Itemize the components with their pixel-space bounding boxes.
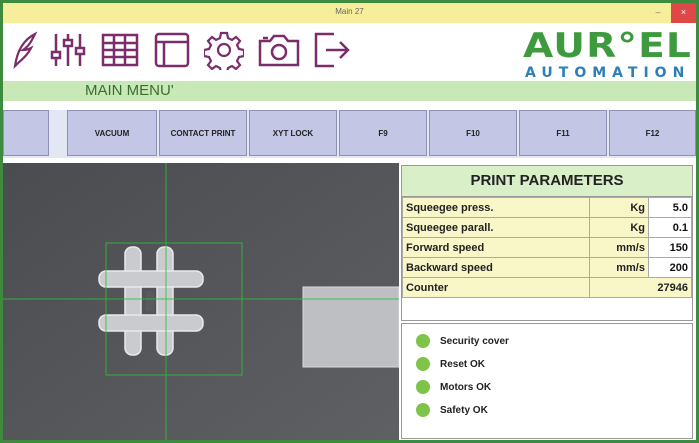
- exit-button[interactable]: [309, 27, 355, 73]
- camera-view[interactable]: [3, 163, 399, 440]
- status-label: Security cover: [440, 335, 509, 347]
- param-unit: Kg: [589, 217, 649, 238]
- table-row: Squeegee press. Kg 5.0: [402, 197, 692, 218]
- print-parameters-table: Squeegee press. Kg 5.0 Squeegee parall. …: [402, 197, 692, 298]
- logo-subtitle: AUTOMATION: [525, 65, 691, 81]
- camera-button[interactable]: [253, 27, 305, 73]
- param-unit: mm/s: [589, 257, 649, 278]
- f10-button[interactable]: F10: [429, 110, 517, 156]
- main-window: Main 27 – × AUR°EL AUTOMATION MAIN MENU'…: [0, 0, 699, 443]
- param-value[interactable]: 150: [648, 237, 692, 258]
- f12-button[interactable]: F12: [609, 110, 696, 156]
- param-value[interactable]: 0.1: [648, 217, 692, 238]
- table-row: Squeegee parall. Kg 0.1: [402, 217, 692, 238]
- menu-title: MAIN MENU': [85, 82, 174, 99]
- status-ok-indicator: [416, 380, 430, 394]
- menu-title-bar: MAIN MENU': [3, 81, 696, 101]
- counter-label: Counter: [402, 277, 590, 298]
- sliders-icon: [50, 34, 86, 66]
- toolbar: AUR°EL AUTOMATION: [3, 23, 696, 81]
- camera-image: [3, 163, 399, 440]
- print-parameters-title: PRINT PARAMETERS: [402, 166, 692, 197]
- close-button[interactable]: ×: [671, 3, 696, 23]
- company-logo: AUR°EL AUTOMATION: [523, 29, 693, 81]
- xyt-lock-button[interactable]: XYT LOCK: [249, 110, 337, 156]
- status-ok-indicator: [416, 357, 430, 371]
- param-unit: Kg: [589, 197, 649, 218]
- param-name: Squeegee parall.: [402, 217, 590, 238]
- contact-print-button[interactable]: CONTACT PRINT: [159, 110, 247, 156]
- table-row: Counter 27946: [402, 277, 692, 298]
- status-ok-indicator: [416, 334, 430, 348]
- param-name: Forward speed: [402, 237, 590, 258]
- status-panel: Security cover Reset OK Motors OK Safety…: [401, 323, 693, 439]
- vacuum-button[interactable]: VACUUM: [67, 110, 157, 156]
- grid-icon: [101, 33, 139, 67]
- status-item: Safety OK: [416, 401, 488, 419]
- status-label: Safety OK: [440, 404, 488, 416]
- status-label: Reset OK: [440, 358, 486, 370]
- print-parameters-panel: PRINT PARAMETERS Squeegee press. Kg 5.0 …: [401, 165, 693, 321]
- f9-button[interactable]: F9: [339, 110, 427, 156]
- f11-button[interactable]: F11: [519, 110, 607, 156]
- exit-icon: [314, 32, 350, 68]
- status-label: Motors OK: [440, 381, 492, 393]
- logo-brand: AUR°EL: [523, 26, 692, 66]
- param-value[interactable]: 200: [648, 257, 692, 278]
- title-bar: Main 27 – ×: [3, 3, 696, 23]
- feather-button[interactable]: [7, 27, 41, 73]
- settings-sliders-button[interactable]: [45, 27, 91, 73]
- camera-icon: [258, 34, 300, 67]
- fkey-blank[interactable]: [3, 110, 49, 156]
- window-icon: [154, 32, 190, 68]
- status-item: Motors OK: [416, 378, 491, 396]
- status-item: Security cover: [416, 332, 509, 350]
- window-button[interactable]: [149, 27, 195, 73]
- function-key-bar: VACUUM CONTACT PRINT XYT LOCK F9 F10 F11…: [3, 110, 696, 158]
- window-title: Main 27: [335, 7, 364, 16]
- param-value[interactable]: 5.0: [648, 197, 692, 218]
- param-unit: mm/s: [589, 237, 649, 258]
- feather-icon: [13, 31, 38, 70]
- param-name: Backward speed: [402, 257, 590, 278]
- param-name: Squeegee press.: [402, 197, 590, 218]
- status-ok-indicator: [416, 403, 430, 417]
- settings-button[interactable]: [201, 27, 247, 73]
- table-button[interactable]: [97, 27, 143, 73]
- table-row: Backward speed mm/s 200: [402, 257, 692, 278]
- status-item: Reset OK: [416, 355, 485, 373]
- table-row: Forward speed mm/s 150: [402, 237, 692, 258]
- counter-value: 27946: [589, 277, 692, 298]
- gear-icon: [204, 31, 244, 70]
- minimize-button[interactable]: –: [649, 3, 667, 23]
